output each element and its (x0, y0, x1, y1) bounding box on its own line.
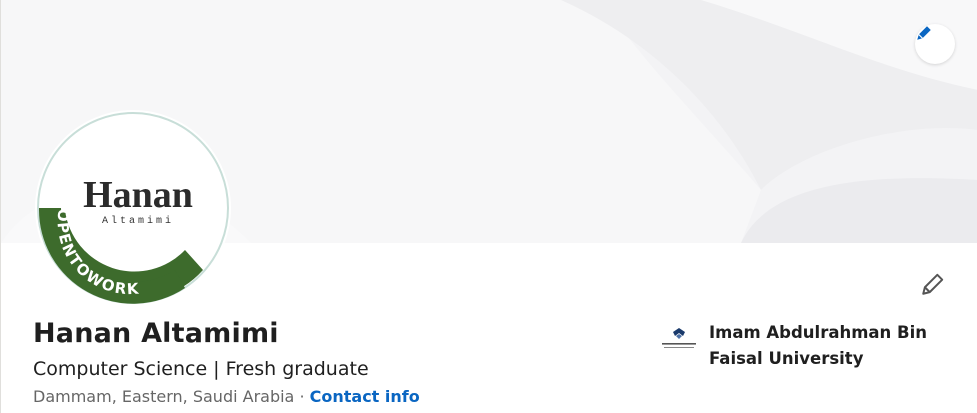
separator-dot: · (294, 387, 310, 406)
avatar-logo-sub: Altamimi (101, 216, 174, 227)
profile-avatar[interactable]: #OPENTOWORK Hanan Altamimi (35, 110, 231, 306)
profile-name: Hanan Altamimi (33, 318, 279, 349)
edit-profile-button[interactable] (913, 264, 953, 304)
profile-card: #OPENTOWORK Hanan Altamimi Hanan Altamim… (0, 0, 977, 413)
university-logo-icon (662, 328, 696, 348)
avatar-logo-main: Hanan (83, 174, 193, 216)
location-row: Dammam, Eastern, Saudi Arabia · Contact … (33, 387, 420, 406)
profile-headline: Computer Science | Fresh graduate (33, 358, 369, 380)
edit-banner-button[interactable] (915, 24, 955, 64)
avatar-logo: Hanan Altamimi (73, 176, 203, 227)
pencil-icon (917, 26, 931, 40)
pencil-icon (922, 273, 944, 295)
profile-location: Dammam, Eastern, Saudi Arabia (33, 387, 295, 406)
education-name: Imam Abdulrahman Bin Faisal University (709, 323, 928, 368)
education-item[interactable]: Imam Abdulrahman Bin Faisal University (659, 320, 969, 372)
contact-info-link[interactable]: Contact info (310, 387, 420, 406)
